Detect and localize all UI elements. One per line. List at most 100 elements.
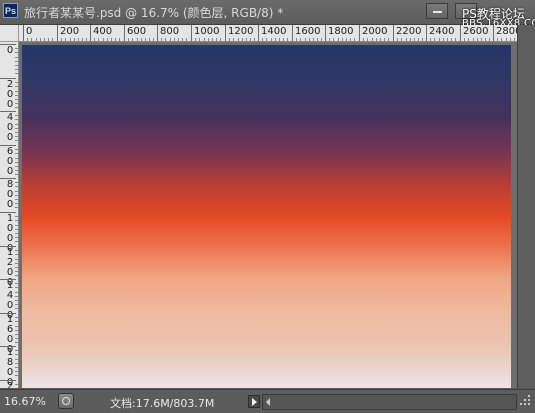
ruler-minor-tick bbox=[15, 162, 18, 163]
ruler-minor-tick bbox=[300, 38, 301, 41]
ruler-minor-tick bbox=[15, 229, 18, 230]
ruler-tick bbox=[225, 25, 226, 41]
ruler-minor-tick bbox=[107, 38, 108, 41]
ruler-minor-tick bbox=[15, 241, 18, 242]
ruler-minor-tick bbox=[246, 38, 247, 41]
ruler-minor-tick bbox=[321, 38, 322, 41]
ruler-label: 800 bbox=[6, 179, 14, 210]
ruler-minor-tick bbox=[287, 38, 288, 41]
resize-grip-icon[interactable] bbox=[517, 392, 532, 409]
ruler-label: 1000 bbox=[194, 26, 220, 37]
vertical-scrollbar[interactable] bbox=[517, 25, 535, 388]
ruler-tick bbox=[292, 25, 293, 41]
ruler-minor-tick bbox=[15, 99, 18, 100]
ruler-minor-tick bbox=[15, 186, 18, 187]
ruler-minor-tick bbox=[422, 38, 423, 41]
ruler-minor-tick bbox=[15, 350, 18, 351]
title-bar[interactable]: Ps 旅行者某某号.psd @ 16.7% (颜色层, RGB/8) * PS教… bbox=[0, 0, 535, 29]
ruler-minor-tick bbox=[174, 38, 175, 41]
ruler-minor-tick bbox=[208, 38, 209, 41]
ruler-minor-tick bbox=[15, 82, 18, 83]
ruler-minor-tick bbox=[455, 38, 456, 41]
ruler-minor-tick bbox=[15, 191, 18, 192]
ruler-minor-tick bbox=[376, 38, 377, 41]
canvas-gradient-layer[interactable] bbox=[22, 45, 511, 388]
ruler-minor-tick bbox=[15, 334, 18, 335]
ruler-minor-tick bbox=[447, 38, 448, 41]
ruler-minor-tick bbox=[15, 287, 18, 288]
ruler-minor-tick bbox=[149, 38, 150, 41]
ruler-minor-tick bbox=[48, 38, 49, 41]
ruler-minor-tick bbox=[15, 170, 18, 171]
ruler-minor-tick bbox=[354, 38, 355, 41]
ruler-minor-tick bbox=[15, 199, 18, 200]
ruler-tick bbox=[359, 25, 360, 41]
ruler-label: 2600 bbox=[463, 26, 489, 37]
ruler-minor-tick bbox=[346, 38, 347, 41]
ruler-minor-tick bbox=[15, 203, 18, 204]
ruler-minor-tick bbox=[238, 38, 239, 41]
ruler-minor-tick bbox=[15, 326, 18, 327]
ruler-minor-tick bbox=[15, 367, 18, 368]
ruler-minor-tick bbox=[40, 38, 41, 41]
ruler-label: 1600 bbox=[295, 26, 321, 37]
ruler-minor-tick bbox=[15, 119, 18, 120]
ruler-minor-tick bbox=[15, 61, 18, 62]
ruler-minor-tick bbox=[363, 38, 364, 41]
ruler-label: 1200 bbox=[228, 26, 254, 37]
ruler-label: 600 bbox=[127, 26, 147, 37]
ruler-minor-tick bbox=[15, 182, 18, 183]
ruler-minor-tick bbox=[15, 283, 18, 284]
ruler-minor-tick bbox=[216, 38, 217, 41]
ruler-label: 2000 bbox=[6, 381, 14, 389]
ruler-minor-tick bbox=[443, 38, 444, 41]
ruler-label: 600 bbox=[6, 146, 14, 177]
ruler-tick bbox=[90, 25, 91, 41]
ruler-minor-tick bbox=[15, 166, 18, 167]
ruler-tick bbox=[191, 25, 192, 41]
ruler-minor-tick bbox=[333, 38, 334, 41]
ruler-minor-tick bbox=[410, 38, 411, 41]
horizontal-ruler[interactable]: 0 200 400 600 800 1000 1200 1400 1600 1800 2000 220… bbox=[19, 25, 517, 42]
ruler-minor-tick bbox=[15, 48, 18, 49]
ruler-minor-tick bbox=[212, 38, 213, 41]
vertical-ruler[interactable]: 0200400600800100012001400160018002000 bbox=[0, 42, 19, 388]
ruler-minor-tick bbox=[15, 308, 18, 309]
ruler-minor-tick bbox=[15, 103, 18, 104]
ruler-minor-tick bbox=[15, 52, 18, 53]
zoom-level[interactable]: 16.67% bbox=[4, 395, 46, 408]
ruler-label: 200 bbox=[6, 79, 14, 110]
ruler-tick bbox=[157, 25, 158, 41]
ruler-minor-tick bbox=[15, 292, 18, 293]
ruler-tick bbox=[460, 25, 461, 41]
ruler-minor-tick bbox=[15, 107, 18, 108]
ruler-minor-tick bbox=[418, 38, 419, 41]
ruler-minor-tick bbox=[15, 237, 18, 238]
ruler-minor-tick bbox=[279, 38, 280, 41]
ruler-minor-tick bbox=[439, 38, 440, 41]
ruler-minor-tick bbox=[78, 38, 79, 41]
ruler-minor-tick bbox=[31, 38, 32, 41]
ruler-minor-tick bbox=[15, 153, 18, 154]
ruler-minor-tick bbox=[52, 38, 53, 41]
ruler-minor-tick bbox=[15, 263, 18, 264]
ruler-minor-tick bbox=[497, 38, 498, 41]
ruler-minor-tick bbox=[271, 38, 272, 41]
ruler-minor-tick bbox=[266, 38, 267, 41]
ruler-minor-tick bbox=[111, 38, 112, 41]
ruler-minor-tick bbox=[262, 38, 263, 41]
ruler-origin[interactable] bbox=[0, 25, 19, 42]
ruler-minor-tick bbox=[15, 275, 18, 276]
ruler-tick bbox=[124, 25, 125, 41]
ruler-minor-tick bbox=[15, 363, 18, 364]
ruler-minor-tick bbox=[36, 38, 37, 41]
status-info-icon[interactable] bbox=[58, 393, 74, 409]
ruler-minor-tick bbox=[296, 38, 297, 41]
ruler-minor-tick bbox=[501, 38, 502, 41]
ruler-minor-tick bbox=[15, 375, 18, 376]
menu-arrow-icon[interactable] bbox=[248, 395, 260, 408]
minimize-button[interactable] bbox=[426, 3, 448, 19]
scroll-left-icon[interactable] bbox=[266, 398, 270, 406]
ruler-minor-tick bbox=[115, 38, 116, 41]
horizontal-scrollbar[interactable] bbox=[262, 394, 517, 410]
